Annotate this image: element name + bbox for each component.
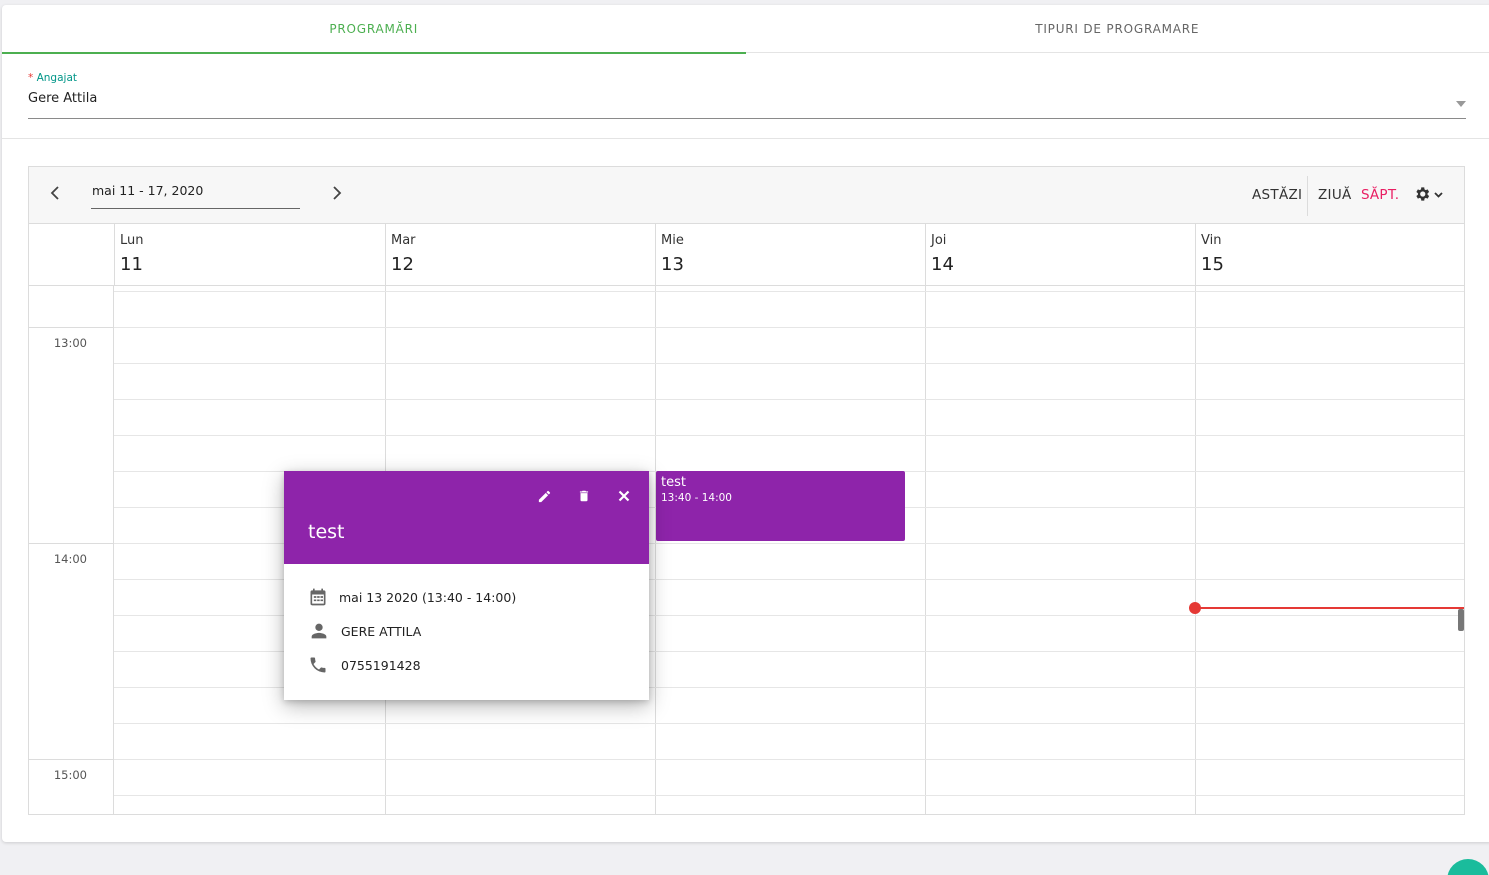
hour-line <box>29 543 114 544</box>
hour-line <box>29 327 114 328</box>
popup-person-text: GERE ATTILA <box>341 623 422 639</box>
event-details-popup: test mai 13 2020 (13:40 - 14:00) GERE AT… <box>284 471 649 700</box>
day-column-divider <box>1195 286 1196 814</box>
chevron-down-icon <box>1434 192 1443 198</box>
time-slot-line <box>114 291 1464 292</box>
time-slot-line <box>114 399 1464 400</box>
scheduler: mai 11 - 17, 2020 ASTĂZI ZIUĂ SĂPT. Lun … <box>28 166 1465 815</box>
popup-date-text: mai 13 2020 (13:40 - 14:00) <box>339 589 517 605</box>
day-column-divider <box>925 286 926 814</box>
toolbar-separator <box>1307 176 1308 216</box>
trash-icon <box>579 490 589 502</box>
time-label-15: 15:00 <box>53 768 87 782</box>
main-card: PROGRAMĂRI TIPURI DE PROGRAMARE * Angaja… <box>2 5 1489 842</box>
day-number: 15 <box>1201 254 1224 275</box>
day-name: Lun <box>120 233 144 248</box>
delete-event-button[interactable] <box>573 485 595 507</box>
day-name: Joi <box>931 233 947 248</box>
day-name: Vin <box>1201 233 1222 248</box>
chevron-right-icon <box>333 186 342 200</box>
prev-week-button[interactable] <box>45 184 65 206</box>
section-divider <box>2 138 1489 139</box>
day-number: 12 <box>391 254 414 275</box>
event-time: 13:40 - 14:00 <box>661 492 732 504</box>
scrollbar-thumb[interactable] <box>1458 609 1464 631</box>
gear-icon <box>1416 187 1430 201</box>
employee-label-text: Angajat <box>36 72 77 84</box>
week-view-button[interactable]: SĂPT. <box>1361 187 1399 203</box>
close-popup-button[interactable] <box>613 485 635 507</box>
person-icon <box>311 623 327 639</box>
time-column: 13:00 14:00 15:00 <box>29 286 114 814</box>
day-header-joi[interactable]: Joi 14 <box>925 224 1195 286</box>
tab-bar: PROGRAMĂRI TIPURI DE PROGRAMARE <box>2 5 1489 54</box>
event-title: test <box>661 475 686 490</box>
employee-select[interactable]: * Angajat Gere Attila <box>28 71 1466 119</box>
popup-phone-row: 0755191428 <box>308 654 421 676</box>
calendar-icon <box>310 588 326 606</box>
popup-date-row: mai 13 2020 (13:40 - 14:00) <box>308 586 516 608</box>
employee-value: Gere Attila <box>28 91 98 106</box>
chevron-left-icon <box>50 186 59 200</box>
day-header-mie[interactable]: Mie 13 <box>655 224 925 286</box>
time-slot-line <box>114 723 1464 724</box>
day-header-vin[interactable]: Vin 15 <box>1195 224 1464 286</box>
time-slot-line <box>114 435 1464 436</box>
time-slot-line <box>114 759 1464 760</box>
next-week-button[interactable] <box>327 184 347 206</box>
time-slot-line <box>114 363 1464 364</box>
day-name: Mie <box>661 233 684 248</box>
time-label-13: 13:00 <box>53 336 87 350</box>
tab-tipuri-de-programare[interactable]: TIPURI DE PROGRAMARE <box>746 5 1489 53</box>
time-label-14: 14:00 <box>53 552 87 566</box>
employee-label: * Angajat <box>28 72 77 84</box>
time-slot-line <box>114 795 1464 796</box>
day-column-divider <box>655 286 656 814</box>
edit-event-button[interactable] <box>533 485 555 507</box>
today-button[interactable]: ASTĂZI <box>1252 187 1302 203</box>
close-icon <box>618 490 630 502</box>
day-view-button[interactable]: ZIUĂ <box>1318 187 1352 203</box>
calendar-event[interactable]: test 13:40 - 14:00 <box>656 471 905 541</box>
current-time-line <box>1194 607 1464 609</box>
popup-title: test <box>308 521 345 543</box>
date-range-input[interactable]: mai 11 - 17, 2020 <box>91 183 300 209</box>
popup-header: test <box>284 471 649 564</box>
settings-button[interactable] <box>1413 185 1447 205</box>
scheduler-toolbar: mai 11 - 17, 2020 ASTĂZI ZIUĂ SĂPT. <box>29 167 1464 224</box>
time-slot-line <box>114 327 1464 328</box>
day-number: 11 <box>120 254 143 275</box>
tab-programari[interactable]: PROGRAMĂRI <box>2 5 746 54</box>
time-grid[interactable]: 13:00 14:00 15:00 test 13:40 - 14:00 <box>29 286 1464 814</box>
phone-icon <box>310 657 326 673</box>
day-header-mar[interactable]: Mar 12 <box>385 224 655 286</box>
pencil-icon <box>538 490 550 502</box>
day-header-lun[interactable]: Lun 11 <box>114 224 385 286</box>
required-mark: * <box>28 72 34 84</box>
popup-person-row: GERE ATTILA <box>308 620 421 642</box>
dropdown-caret-icon[interactable] <box>1456 101 1466 107</box>
popup-phone-text: 0755191428 <box>341 657 421 673</box>
day-number: 14 <box>931 254 954 275</box>
day-name: Mar <box>391 233 416 248</box>
hour-line <box>29 759 114 760</box>
day-header-row: Lun 11 Mar 12 Mie 13 Joi 14 Vin 15 <box>29 224 1464 286</box>
day-number: 13 <box>661 254 684 275</box>
floating-action-button[interactable] <box>1447 859 1489 875</box>
